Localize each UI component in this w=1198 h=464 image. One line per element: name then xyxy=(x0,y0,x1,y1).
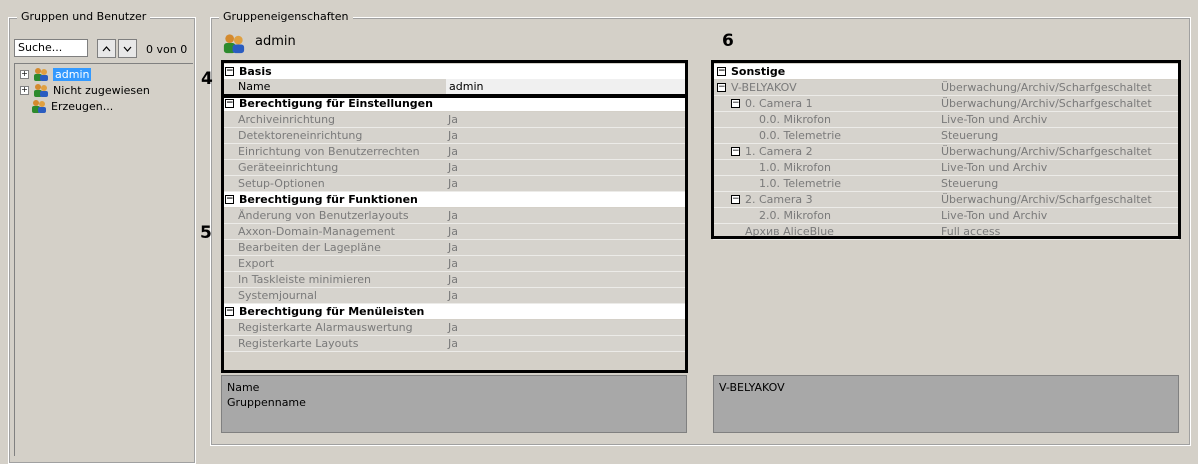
user-group-icon xyxy=(223,34,245,54)
description-pane: Name Gruppenname xyxy=(221,375,687,433)
tree-item-label: Erzeugen... xyxy=(51,99,114,113)
highlight-frame-objects xyxy=(711,60,1181,239)
chevron-up-icon xyxy=(102,45,111,51)
prev-result-button[interactable] xyxy=(97,39,116,58)
description-pane-objects: V-BELYAKOV xyxy=(713,375,1179,433)
expand-icon[interactable]: + xyxy=(20,85,29,95)
groups-users-title: Gruppen und Benutzer xyxy=(17,10,151,24)
tree-item-create[interactable]: Erzeugen... xyxy=(30,98,113,114)
user-group-icon xyxy=(34,84,48,97)
tree-item-unassigned[interactable]: + Nicht zugewiesen xyxy=(20,82,150,98)
description-title: Name xyxy=(227,381,260,394)
highlight-frame-basis xyxy=(221,60,688,97)
search-input[interactable]: Suche... xyxy=(14,39,88,57)
user-group-icon xyxy=(34,68,48,81)
search-counter: 0 von 0 xyxy=(146,43,188,56)
groups-tree[interactable]: + admin + Nicht zugewiesen Erzeugen... xyxy=(14,63,193,456)
marker-4: 4 xyxy=(201,69,213,89)
group-properties-title: Gruppeneigenschaften xyxy=(219,10,353,24)
group-name-heading: admin xyxy=(255,34,296,49)
marker-6: 6 xyxy=(722,31,734,51)
marker-5: 5 xyxy=(200,223,212,243)
highlight-frame-permissions xyxy=(221,95,688,373)
tree-item-label: Nicht zugewiesen xyxy=(53,83,150,97)
tree-item-label: admin xyxy=(53,67,92,81)
tree-item-admin[interactable]: + admin xyxy=(20,66,92,82)
expand-icon[interactable]: + xyxy=(20,69,29,79)
user-group-icon xyxy=(32,100,46,113)
description-text: Gruppenname xyxy=(227,396,306,409)
description-title: V-BELYAKOV xyxy=(719,381,785,394)
chevron-down-icon xyxy=(123,46,132,52)
next-result-button[interactable] xyxy=(118,39,137,58)
